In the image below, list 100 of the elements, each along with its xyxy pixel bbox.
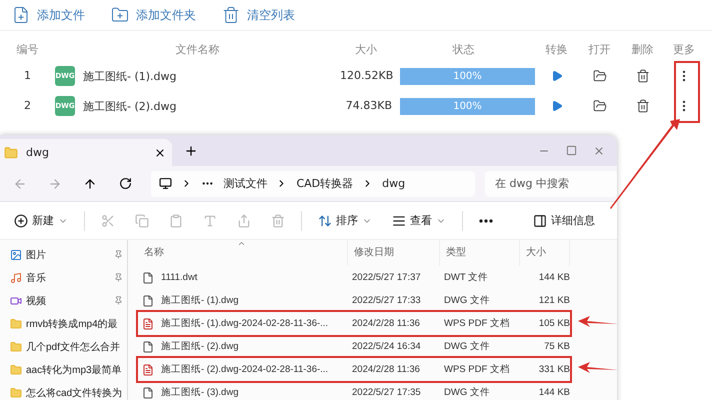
sidebar-item[interactable]: 图片 [0, 243, 127, 266]
list-icon [392, 214, 406, 228]
file-name: 施工图纸- (2).dwg-2024-02-28-11-36-... [160, 363, 328, 376]
pdf-file-icon [142, 318, 154, 330]
file-size: 331 KB [538, 364, 570, 375]
column-header: 大小 [354, 42, 378, 58]
toolbar-button[interactable]: 清空列表 [222, 6, 295, 24]
details-button[interactable]: 详细信息 [523, 213, 605, 228]
file-name: 施工图纸- (2).dwg [83, 98, 177, 114]
column-header: 编号 [16, 42, 40, 58]
column-header[interactable]: 大小 [520, 240, 570, 266]
file-name: 施工图纸- (2).dwg [160, 340, 238, 353]
video-icon [10, 294, 22, 306]
up-arrow-icon [83, 176, 98, 190]
window-tab[interactable]: dwg [0, 139, 172, 166]
row-number: 2 [23, 98, 32, 114]
folder-icon [10, 340, 22, 352]
add-file-icon [12, 6, 30, 24]
annotation-arrow [578, 362, 618, 374]
folder-icon [10, 318, 22, 330]
breadcrumb-item[interactable]: 测试文件 [223, 176, 268, 191]
panel-icon [533, 214, 547, 228]
play-icon [550, 70, 562, 82]
play-icon [550, 100, 562, 112]
file-icon [142, 340, 154, 352]
file-size: 120.52KB [340, 68, 392, 84]
column-header: 打开 [588, 42, 612, 58]
modified-date: 2022/5/24 16:34 [351, 341, 422, 352]
trash-icon [636, 99, 650, 113]
trash-icon [271, 214, 285, 228]
add-folder-icon [111, 6, 129, 24]
file-name: 施工图纸- (1).dwg-2024-02-28-11-36-... [160, 317, 328, 330]
file-row[interactable]: 1111.dwt 2022/5/27 17:37 DWT 文件 144 KB [138, 266, 570, 289]
modified-date: 2024/2/28 11:36 [351, 318, 421, 329]
modified-date: 2022/5/27 17:35 [351, 387, 422, 398]
column-header[interactable]: 名称 [138, 240, 348, 266]
trash-icon [636, 69, 650, 83]
file-icon [142, 294, 154, 306]
sidebar-item[interactable]: aac转化为mp3最简单 [0, 358, 127, 381]
column-header: 删除 [630, 42, 654, 58]
modified-date: 2022/5/27 17:37 [351, 272, 422, 283]
file-type: DWG 文件 [443, 386, 491, 399]
file-size: 74.83KB [344, 98, 392, 114]
file-size: 144 KB [538, 387, 570, 398]
address-bar[interactable]: 测试文件 CAD转换器 dwg [151, 170, 475, 196]
file-type: WPS PDF 文档 [443, 363, 511, 376]
refresh-icon [119, 177, 132, 190]
command-button[interactable]: 新建 [4, 213, 78, 228]
file-size: 121 KB [538, 295, 570, 306]
folder-icon [592, 69, 606, 83]
sidebar-label: rmvb转换成mp4的最 [26, 318, 119, 330]
close-icon[interactable] [154, 146, 166, 158]
file-row[interactable]: 施工图纸- (3).dwg 2022/5/27 17:35 DWG 文件 144 KB [138, 381, 570, 400]
plus-circle-icon [14, 214, 28, 228]
file-icon [142, 272, 154, 284]
more-icon [479, 218, 493, 222]
column-header[interactable]: 类型 [440, 240, 520, 266]
modified-date: 2024/2/28 11:36 [351, 364, 421, 375]
sidebar-item[interactable]: rmvb转换成mp4的最 [0, 312, 127, 335]
column-header[interactable]: 修改日期 [348, 240, 440, 266]
file-type: DWG 文件 [443, 340, 491, 353]
file-name: 施工图纸- (1).dwg [83, 68, 177, 84]
breadcrumb-item[interactable]: CAD转换器 [296, 176, 354, 191]
command-button[interactable]: 查看 [382, 213, 456, 228]
sidebar-item[interactable]: 几个pdf文件怎么合并 [0, 335, 127, 358]
modified-date: 2022/5/27 17:33 [351, 295, 422, 306]
breadcrumb-item[interactable]: dwg [382, 177, 406, 190]
search-field[interactable]: 在 dwg 中搜索 [485, 170, 617, 196]
sidebar-label: 音乐 [26, 272, 47, 284]
file-row[interactable]: 施工图纸- (2).dwg-2024-02-28-11-36-... 2024/2/28 11:36 WPS PDF 文档 331 KB [138, 358, 570, 381]
column-header: 状态 [452, 42, 476, 58]
share-icon [237, 214, 251, 228]
progress-label: 100% [452, 70, 483, 84]
row-number: 1 [23, 68, 32, 84]
sidebar-label: 怎么将cad文件转换为 [26, 386, 123, 400]
command-button[interactable]: 排序 [308, 213, 382, 228]
folder-icon [10, 364, 22, 376]
file-size: 75 KB [543, 341, 570, 352]
file-row[interactable]: 施工图纸- (1).dwg 2022/5/27 17:33 DWG 文件 121 KB [138, 289, 570, 312]
new-tab-icon[interactable] [184, 144, 198, 158]
sidebar-item[interactable]: 音乐 [0, 266, 127, 289]
sort-icon [318, 214, 332, 228]
sidebar-item[interactable]: 视频 [0, 289, 127, 312]
clipboard-icon [169, 214, 183, 228]
sidebar-item[interactable]: 怎么将cad文件转换为 [0, 381, 127, 400]
folder-icon [4, 146, 18, 160]
file-type: DWT 文件 [443, 271, 490, 284]
file-row[interactable]: 施工图纸- (1).dwg-2024-02-28-11-36-... 2024/2/28 11:36 WPS PDF 文档 105 KB [138, 312, 570, 335]
trash-icon [222, 6, 240, 24]
toolbar-button[interactable]: 添加文件夹 [111, 6, 196, 24]
tab-title: dwg [26, 146, 50, 159]
monitor-icon [159, 177, 172, 190]
sidebar-label: 视频 [26, 294, 47, 308]
maximize-icon[interactable] [566, 144, 577, 156]
pdf-file-icon [142, 364, 154, 376]
file-size: 105 KB [538, 318, 570, 329]
folder-icon [10, 386, 22, 398]
file-row[interactable]: 施工图纸- (2).dwg 2022/5/24 16:34 DWG 文件 75 KB [138, 335, 570, 358]
file-name: 1111.dwt [160, 272, 198, 283]
toolbar-button[interactable]: 添加文件 [12, 6, 85, 24]
